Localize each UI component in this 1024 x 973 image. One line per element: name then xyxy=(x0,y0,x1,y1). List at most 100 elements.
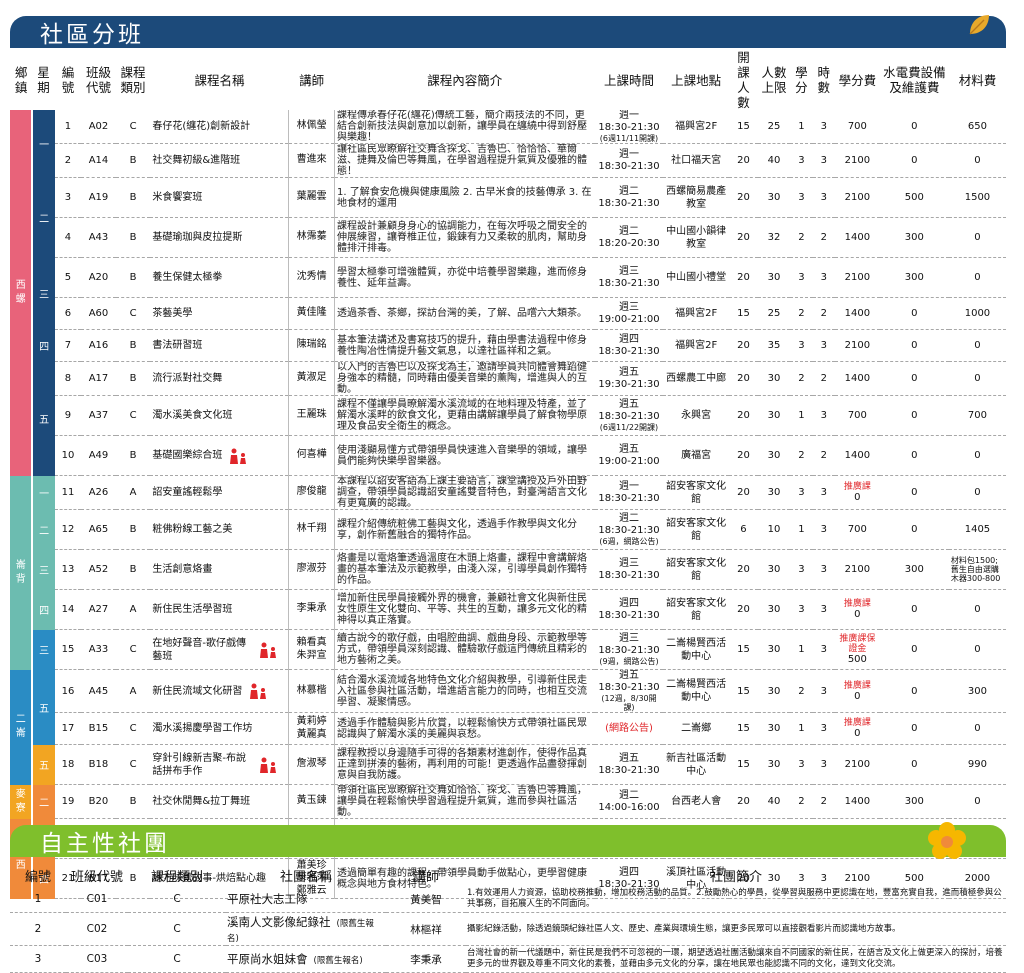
fee-note: 推廣課保證金 xyxy=(839,634,876,654)
course-name: 生活創意烙畫 xyxy=(152,563,213,575)
course-row: 10 A49 B 基礎國樂綜合班 何喜樺 使用淺顯易懂方式帶領學員快速進入音樂學的領域，讓… xyxy=(10,435,1006,476)
fee-value: 700 xyxy=(847,121,867,132)
course-num: 16 xyxy=(54,669,82,713)
course-hours: 2 xyxy=(812,435,835,476)
course-max: 40 xyxy=(757,143,791,178)
course-min: 20 xyxy=(729,395,758,436)
course-max: 30 xyxy=(757,177,791,218)
course-name-cell: new粧佛粉線工藝之美 xyxy=(150,509,289,550)
club-row: 2 C02 C 溪南人文影像紀錄社 (限舊生報名) 林樞祥 攝影紀錄活動，除透過鏡頭紀錄社區… xyxy=(10,912,1006,946)
teacher-name: 沈秀情 xyxy=(288,257,335,298)
club-num: 2 xyxy=(10,912,66,946)
course-max: 30 xyxy=(757,435,791,476)
course-num: 13 xyxy=(54,549,82,590)
fee-note: 推廣課 xyxy=(843,680,871,691)
course-max: 10 xyxy=(757,509,791,550)
class-location: 新吉社區活動中心 xyxy=(663,744,730,785)
material-fee: 0 xyxy=(948,329,1006,362)
course-credit: 3 xyxy=(790,589,813,630)
course-name: 濁水溪揚慶學習工作坊 xyxy=(152,722,253,734)
course-name-cell: 在地好聲音-歌仔戲傳藝班 xyxy=(150,629,289,670)
course-hours: 3 xyxy=(812,329,835,362)
material-fee: 0 xyxy=(948,589,1006,630)
course-num: 9 xyxy=(54,395,82,436)
tuition-fee: 2100 xyxy=(834,143,880,178)
class-day: 週四 xyxy=(619,597,639,609)
class-time: 週五 19:30-21:30 xyxy=(594,361,664,396)
course-name: 茶藝美學 xyxy=(152,307,193,319)
section-header-clubs: 自主性社團 xyxy=(10,822,1006,859)
course-credit: 1 xyxy=(790,712,813,745)
class-location: 中山國小韻律教室 xyxy=(663,217,730,258)
class-hours: 18:30-21:30 xyxy=(598,197,660,209)
family-icon xyxy=(260,757,277,773)
class-hours: 18:30-21:30 xyxy=(598,645,660,656)
course-max: 30 xyxy=(757,475,791,510)
club-category: C xyxy=(128,886,226,913)
fee-value: 1400 xyxy=(844,796,871,807)
course-category: C xyxy=(115,629,151,670)
course-code: A43 xyxy=(81,217,116,258)
class-schedule-note: (6週，網路公告) xyxy=(599,537,659,546)
section-title: 社區分班 xyxy=(40,22,144,48)
course-code: A45 xyxy=(81,669,116,713)
utility-fee: 0 xyxy=(879,329,949,362)
course-hours: 3 xyxy=(812,177,835,218)
course-name-cell: 社交舞初級&進階班 xyxy=(150,143,289,178)
tuition-fee: 2100 xyxy=(834,549,880,590)
class-time: 週三 18:30-21:30 (9週，網路公告) xyxy=(594,629,664,670)
course-table: 鄉鎮 星期 編號 班級代號 課程類別 課程名稱 講師 課程內容簡介 上課時間 上… xyxy=(10,50,1006,899)
course-row: 四 14 A27 A 新住民生活學習班 李秉承 增加新住民學員接觸外界的機會，兼顧社會文化與… xyxy=(10,589,1006,630)
course-description: 以入門的吉魯巴以及探戈為主，邀請學員共同體會舞蹈健身強本的精髓，同時藉由優美音樂… xyxy=(333,361,595,396)
class-day: 週一 xyxy=(619,148,639,160)
weekday-label: 五 xyxy=(31,361,55,476)
utility-fee: 0 xyxy=(879,361,949,396)
utility-fee: 0 xyxy=(879,297,949,330)
town-text: 西螺 xyxy=(15,279,26,305)
course-code: B18 xyxy=(81,744,116,785)
material-fee: 0 xyxy=(948,257,1006,298)
material-fee: 0 xyxy=(948,712,1006,745)
tuition-fee: 1400 xyxy=(834,297,880,330)
course-credit: 2 xyxy=(790,435,813,476)
weekday-label: 五 xyxy=(31,744,55,785)
course-name: 穿針引線新吉聚-布說話拼布手作 xyxy=(152,752,246,777)
class-time: 週四 18:30-21:30 xyxy=(594,329,664,362)
course-hours: 3 xyxy=(812,143,835,178)
class-hours: 18:30-21:30 xyxy=(598,411,660,422)
header-desc: 課程內容簡介 xyxy=(427,72,503,88)
course-category: B xyxy=(115,257,151,298)
fee-value: 2100 xyxy=(844,564,871,575)
header-name: 課程名稱 xyxy=(194,72,245,88)
material-fee: 0 xyxy=(948,629,1006,670)
club-header-cat: 課程類別 xyxy=(150,869,203,885)
header-mat: 材料費 xyxy=(958,72,997,88)
club-header-num: 編號 xyxy=(24,869,51,885)
course-row: 五 8 A17 B 流行派對社交舞 黃淑足 以入門的吉魯巴以及探戈為主，邀請學員共同體會舞蹈… xyxy=(10,361,1006,476)
club-description: 1.有效運用人力資源，協助校務推動，增加校務活動的品質。2.鼓勵熱心的學員，從學… xyxy=(466,886,1006,913)
course-credit: 3 xyxy=(790,549,813,590)
course-name-cell: 濁水溪揚慶學習工作坊 xyxy=(150,712,289,745)
class-hours: 18:30-21:30 xyxy=(598,682,660,693)
weekday-label: 四 xyxy=(31,329,55,362)
header-time: 上課時間 xyxy=(603,72,654,88)
course-name-cell: 濁水溪美食文化班 xyxy=(150,395,289,436)
club-name-cell: 平原社大志工隊 xyxy=(226,886,386,913)
class-location: 廣福宮 xyxy=(663,435,730,476)
teacher-name: 何喜樺 xyxy=(288,435,335,476)
fee-value: 0 xyxy=(854,690,861,702)
utility-fee: 0 xyxy=(879,395,949,436)
leaf-icon xyxy=(969,15,989,35)
weekday-label: 三 xyxy=(31,549,55,590)
course-category: B xyxy=(115,435,151,476)
club-num: 1 xyxy=(10,886,66,913)
course-description: 基本筆法講述及書寫技巧的提升，藉由學書法過程中修身養性陶冶性情提升藝文氣息，以達… xyxy=(333,329,595,362)
course-row: 9 A37 C 濁水溪美食文化班 王麗珠 課程不僅讓學員暸解濁水溪流域的在地料理及特產，並… xyxy=(10,395,1006,436)
course-hours: 3 xyxy=(812,629,835,670)
fee-note: 推廣課 xyxy=(843,718,871,728)
class-day: 週五 xyxy=(619,752,639,764)
course-hours: 2 xyxy=(812,784,835,819)
class-time: 週五 18:30-21:30 (6週11/22開課) xyxy=(594,395,664,436)
class-day: 週三 xyxy=(619,557,639,569)
town-label: 西螺 xyxy=(10,110,33,476)
